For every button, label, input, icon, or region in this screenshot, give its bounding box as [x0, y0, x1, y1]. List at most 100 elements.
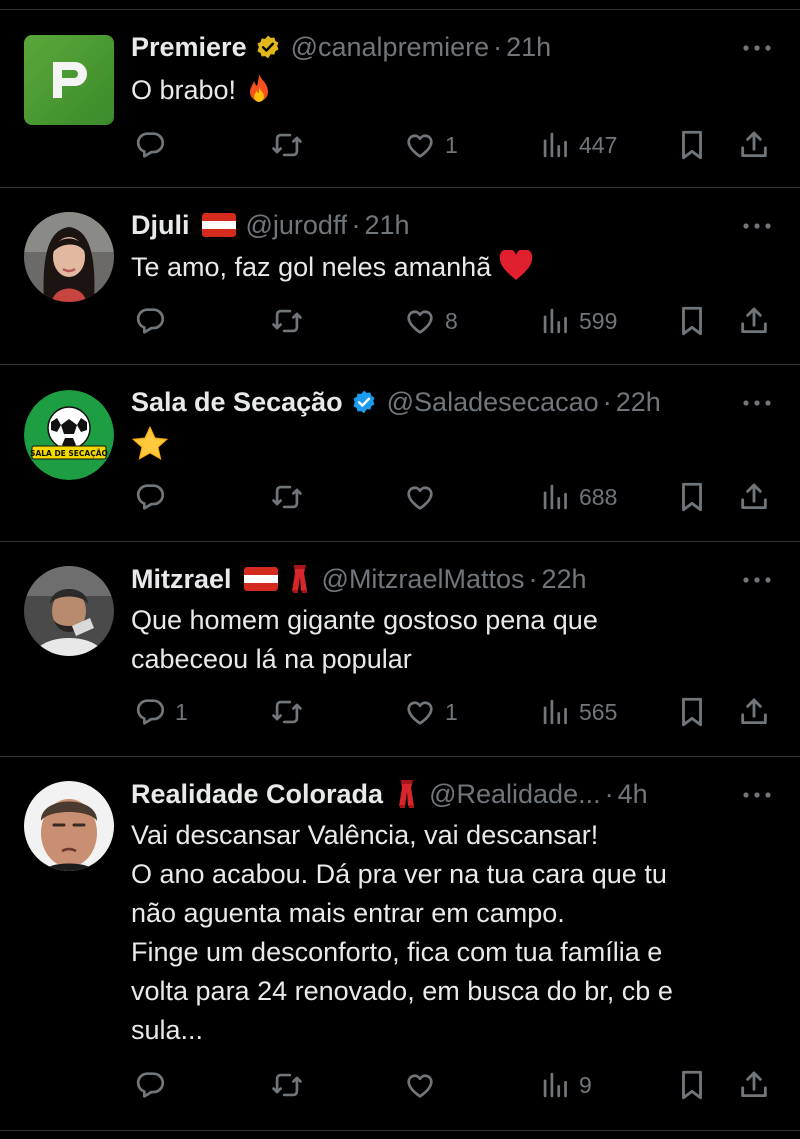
- views-button[interactable]: 9: [541, 1065, 592, 1105]
- reply-button[interactable]: [133, 477, 175, 517]
- avatar[interactable]: [24, 212, 114, 302]
- like-button[interactable]: 8: [403, 301, 458, 341]
- retweet-button[interactable]: [270, 1065, 312, 1105]
- timestamp[interactable]: 21h: [364, 210, 409, 241]
- avatar[interactable]: [24, 781, 114, 871]
- separator-dot: ·: [351, 209, 361, 240]
- bar-chart-icon: [543, 699, 567, 725]
- separator-dot: ·: [493, 31, 503, 62]
- views-button[interactable]: 599: [541, 301, 617, 341]
- timestamp[interactable]: 21h: [506, 32, 551, 63]
- user-handle[interactable]: @canalpremiere: [291, 32, 490, 63]
- tweet-text: Te amo, faz gol neles amanhã: [131, 248, 770, 293]
- like-button[interactable]: [403, 1065, 445, 1105]
- views-count: 9: [579, 1071, 592, 1098]
- retweet-icon: [272, 133, 302, 157]
- share-button[interactable]: [737, 477, 771, 517]
- retweet-button[interactable]: [270, 477, 312, 517]
- bookmark-icon: [682, 697, 702, 727]
- timestamp[interactable]: 22h: [541, 564, 586, 595]
- more-options-icon[interactable]: [740, 785, 774, 805]
- man-face-photo-icon: [24, 781, 114, 871]
- reply-button[interactable]: [133, 301, 175, 341]
- timestamp[interactable]: 22h: [616, 387, 661, 418]
- avatar[interactable]: [24, 566, 114, 656]
- share-button[interactable]: [737, 692, 771, 732]
- views-count: 565: [579, 698, 618, 725]
- bar-chart-icon: [543, 1072, 567, 1098]
- share-button[interactable]: [737, 1065, 771, 1105]
- retweet-button[interactable]: [270, 692, 312, 732]
- bookmark-button[interactable]: [677, 477, 707, 517]
- more-options-icon[interactable]: [740, 393, 774, 413]
- reply-icon: [136, 1072, 165, 1098]
- red-white-flag-icon: [243, 567, 278, 591]
- retweet-icon: [272, 700, 302, 724]
- display-name[interactable]: Mitzrael: [131, 564, 232, 595]
- tweet-sala-de-secacao[interactable]: SALA DE SECAÇÃO Sala de Secação @Salades…: [0, 365, 800, 542]
- share-button[interactable]: [737, 125, 771, 165]
- user-handle[interactable]: @Realidade...: [429, 779, 601, 810]
- display-name[interactable]: Djuli: [131, 210, 190, 241]
- like-button[interactable]: [403, 477, 445, 517]
- display-name[interactable]: Sala de Secação: [131, 387, 343, 418]
- tweet-realidade-colorada[interactable]: Realidade Colorada @Realidade... · 4h Va…: [0, 757, 800, 1131]
- timestamp[interactable]: 4h: [618, 779, 648, 810]
- views-count: 599: [579, 307, 618, 334]
- tweet-premiere[interactable]: Premiere @canalpremiere · 21h O brabo! 1…: [0, 10, 800, 188]
- avatar[interactable]: SALA DE SECAÇÃO: [24, 390, 114, 480]
- tweet-text-content: Te amo, faz gol neles amanhã: [131, 252, 492, 282]
- like-count: 1: [445, 698, 458, 725]
- more-options-icon[interactable]: [740, 216, 774, 236]
- share-icon: [741, 1071, 767, 1098]
- bookmark-button[interactable]: [677, 1065, 707, 1105]
- views-count: 447: [579, 131, 618, 158]
- like-count: 1: [445, 131, 458, 158]
- tweet-text: Que homem gigante gostoso pena que cabec…: [131, 605, 598, 674]
- gold-verified-badge-icon: [255, 34, 281, 60]
- bookmark-button[interactable]: [677, 692, 707, 732]
- reply-button[interactable]: [133, 125, 175, 165]
- views-button[interactable]: 447: [541, 125, 617, 165]
- tweet-text: [131, 425, 770, 472]
- heart-icon: [407, 310, 433, 334]
- more-options-icon[interactable]: [740, 570, 774, 590]
- bar-chart-icon: [543, 308, 567, 334]
- share-icon: [741, 698, 767, 725]
- heart-icon: [407, 1074, 433, 1098]
- user-handle[interactable]: @Saladesecacao: [387, 387, 599, 418]
- blue-verified-badge-icon: [351, 389, 377, 415]
- tweet-djuli[interactable]: Djuli @jurodff · 21h Te amo, faz gol nel…: [0, 188, 800, 365]
- bookmark-button[interactable]: [677, 301, 707, 341]
- red-heart-emoji-icon: [499, 248, 533, 293]
- scarf-emoji-icon: [395, 778, 419, 810]
- separator-dot: ·: [602, 386, 612, 417]
- like-button[interactable]: 1: [403, 692, 458, 732]
- woman-photo-icon: [24, 212, 114, 302]
- avatar[interactable]: [24, 35, 114, 125]
- bookmark-icon: [682, 306, 702, 336]
- bookmark-button[interactable]: [677, 125, 707, 165]
- reply-button[interactable]: [133, 1065, 175, 1105]
- share-icon: [741, 307, 767, 334]
- share-icon: [741, 131, 767, 158]
- user-handle[interactable]: @MitzraelMattos: [322, 564, 525, 595]
- user-handle[interactable]: @jurodff: [246, 210, 348, 241]
- tweet-mitzrael[interactable]: Mitzrael @MitzraelMattos · 22h Que homem…: [0, 542, 800, 757]
- reply-icon: [136, 699, 165, 725]
- more-options-icon[interactable]: [740, 38, 774, 58]
- like-button[interactable]: 1: [403, 125, 458, 165]
- display-name[interactable]: Realidade Colorada: [131, 779, 383, 810]
- separator-dot: ·: [528, 563, 538, 594]
- reply-button[interactable]: 1: [133, 692, 188, 732]
- views-count: 688: [579, 483, 618, 510]
- like-count: 8: [445, 307, 458, 334]
- retweet-icon: [272, 309, 302, 333]
- retweet-button[interactable]: [270, 125, 312, 165]
- share-button[interactable]: [737, 301, 771, 341]
- views-button[interactable]: 565: [541, 692, 617, 732]
- display-name[interactable]: Premiere: [131, 32, 247, 63]
- scarf-emoji-icon: [288, 563, 312, 595]
- views-button[interactable]: 688: [541, 477, 617, 517]
- retweet-button[interactable]: [270, 301, 312, 341]
